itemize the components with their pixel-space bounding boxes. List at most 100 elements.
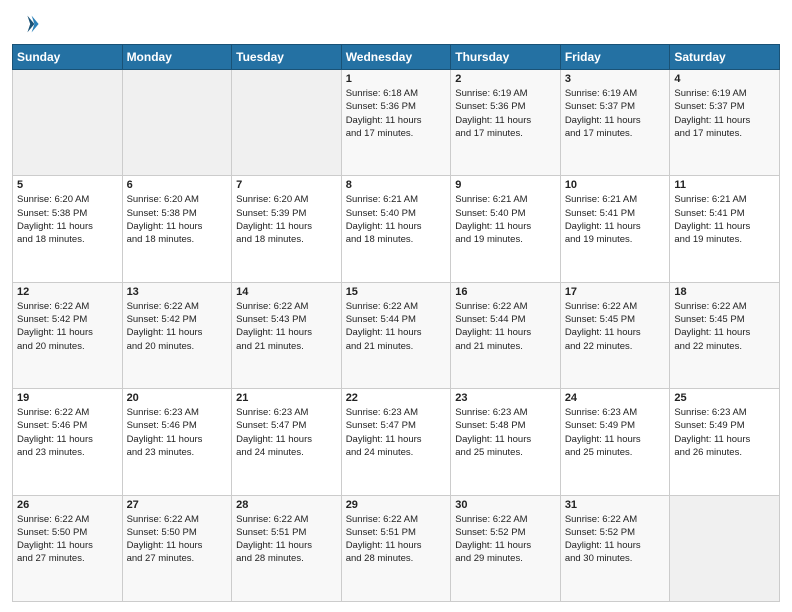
day-number: 22 — [346, 392, 447, 404]
calendar-cell: 8Sunrise: 6:21 AM Sunset: 5:40 PM Daylig… — [341, 176, 451, 282]
cell-info: Sunrise: 6:22 AM Sunset: 5:45 PM Dayligh… — [674, 300, 775, 353]
cell-info: Sunrise: 6:18 AM Sunset: 5:36 PM Dayligh… — [346, 87, 447, 140]
header — [12, 10, 780, 38]
weekday-header: Thursday — [451, 45, 561, 70]
day-number: 18 — [674, 286, 775, 298]
calendar-cell: 4 Sunrise: 6:19 AM Sunset: 5:37 PM Daylig… — [670, 70, 780, 176]
calendar-week-row: 12 Sunrise: 6:22 AM Sunset: 5:42 PM Dayli… — [13, 282, 780, 388]
day-number: 4 — [674, 73, 775, 85]
day-number: 11 — [674, 179, 775, 191]
calendar-cell: 30 Sunrise: 6:22 AM Sunset: 5:52 PM Dayli… — [451, 495, 561, 601]
day-number: 14 — [236, 286, 337, 298]
day-number: 23 — [455, 392, 556, 404]
day-number: 12 — [17, 286, 118, 298]
cell-info: Sunrise: 6:19 AM Sunset: 5:37 PM Dayligh… — [565, 87, 666, 140]
calendar-cell: 20Sunrise: 6:23 AM Sunset: 5:46 PM Dayli… — [122, 389, 232, 495]
cell-info: Sunrise: 6:23 AM Sunset: 5:48 PM Dayligh… — [455, 406, 556, 459]
calendar-cell: 27 Sunrise: 6:22 AM Sunset: 5:50 PM Dayli… — [122, 495, 232, 601]
weekday-header: Wednesday — [341, 45, 451, 70]
day-number: 25 — [674, 392, 775, 404]
cell-info: Sunrise: 6:19 AM Sunset: 5:37 PM Dayligh… — [674, 87, 775, 140]
day-number: 31 — [565, 499, 666, 511]
cell-info: Sunrise: 6:21 AM Sunset: 5:41 PM Dayligh… — [674, 193, 775, 246]
cell-info: Sunrise: 6:22 AM Sunset: 5:43 PM Dayligh… — [236, 300, 337, 353]
calendar-cell: 3 Sunrise: 6:19 AM Sunset: 5:37 PM Daylig… — [560, 70, 670, 176]
day-number: 7 — [236, 179, 337, 191]
calendar-cell: 7 Sunrise: 6:20 AM Sunset: 5:39 PM Daylig… — [232, 176, 342, 282]
calendar-cell: 16 Sunrise: 6:22 AM Sunset: 5:44 PM Dayli… — [451, 282, 561, 388]
calendar-header-row: SundayMondayTuesdayWednesdayThursdayFrid… — [13, 45, 780, 70]
cell-info: Sunrise: 6:22 AM Sunset: 5:51 PM Dayligh… — [236, 513, 337, 566]
logo-icon — [12, 10, 40, 38]
cell-info: Sunrise: 6:22 AM Sunset: 5:42 PM Dayligh… — [127, 300, 228, 353]
calendar-cell: 29Sunrise: 6:22 AM Sunset: 5:51 PM Dayli… — [341, 495, 451, 601]
day-number: 17 — [565, 286, 666, 298]
day-number: 21 — [236, 392, 337, 404]
day-number: 2 — [455, 73, 556, 85]
cell-info: Sunrise: 6:20 AM Sunset: 5:39 PM Dayligh… — [236, 193, 337, 246]
day-number: 19 — [17, 392, 118, 404]
calendar-cell: 9 Sunrise: 6:21 AM Sunset: 5:40 PM Daylig… — [451, 176, 561, 282]
calendar-cell: 2 Sunrise: 6:19 AM Sunset: 5:36 PM Daylig… — [451, 70, 561, 176]
calendar-cell: 19 Sunrise: 6:22 AM Sunset: 5:46 PM Dayli… — [13, 389, 123, 495]
cell-info: Sunrise: 6:23 AM Sunset: 5:47 PM Dayligh… — [346, 406, 447, 459]
day-number: 5 — [17, 179, 118, 191]
cell-info: Sunrise: 6:21 AM Sunset: 5:41 PM Dayligh… — [565, 193, 666, 246]
calendar-cell: 26 Sunrise: 6:22 AM Sunset: 5:50 PM Dayli… — [13, 495, 123, 601]
day-number: 16 — [455, 286, 556, 298]
cell-info: Sunrise: 6:23 AM Sunset: 5:46 PM Dayligh… — [127, 406, 228, 459]
day-number: 9 — [455, 179, 556, 191]
calendar-cell — [122, 70, 232, 176]
calendar-cell — [13, 70, 123, 176]
day-number: 3 — [565, 73, 666, 85]
calendar-cell: 24Sunrise: 6:23 AM Sunset: 5:49 PM Dayli… — [560, 389, 670, 495]
calendar-cell — [670, 495, 780, 601]
day-number: 1 — [346, 73, 447, 85]
calendar-cell: 10Sunrise: 6:21 AM Sunset: 5:41 PM Dayli… — [560, 176, 670, 282]
calendar-cell: 5 Sunrise: 6:20 AM Sunset: 5:38 PM Daylig… — [13, 176, 123, 282]
calendar-cell: 21 Sunrise: 6:23 AM Sunset: 5:47 PM Dayli… — [232, 389, 342, 495]
calendar-cell: 23 Sunrise: 6:23 AM Sunset: 5:48 PM Dayli… — [451, 389, 561, 495]
day-number: 24 — [565, 392, 666, 404]
weekday-header: Sunday — [13, 45, 123, 70]
day-number: 6 — [127, 179, 228, 191]
calendar-cell: 14 Sunrise: 6:22 AM Sunset: 5:43 PM Dayli… — [232, 282, 342, 388]
calendar-cell: 25 Sunrise: 6:23 AM Sunset: 5:49 PM Dayli… — [670, 389, 780, 495]
cell-info: Sunrise: 6:21 AM Sunset: 5:40 PM Dayligh… — [455, 193, 556, 246]
day-number: 27 — [127, 499, 228, 511]
page: SundayMondayTuesdayWednesdayThursdayFrid… — [0, 0, 792, 612]
weekday-header: Friday — [560, 45, 670, 70]
logo — [12, 10, 44, 38]
cell-info: Sunrise: 6:21 AM Sunset: 5:40 PM Dayligh… — [346, 193, 447, 246]
calendar-week-row: 1 Sunrise: 6:18 AM Sunset: 5:36 PM Daylig… — [13, 70, 780, 176]
cell-info: Sunrise: 6:22 AM Sunset: 5:45 PM Dayligh… — [565, 300, 666, 353]
cell-info: Sunrise: 6:22 AM Sunset: 5:51 PM Dayligh… — [346, 513, 447, 566]
day-number: 28 — [236, 499, 337, 511]
cell-info: Sunrise: 6:22 AM Sunset: 5:44 PM Dayligh… — [455, 300, 556, 353]
calendar: SundayMondayTuesdayWednesdayThursdayFrid… — [12, 44, 780, 602]
calendar-cell: 15Sunrise: 6:22 AM Sunset: 5:44 PM Dayli… — [341, 282, 451, 388]
cell-info: Sunrise: 6:19 AM Sunset: 5:36 PM Dayligh… — [455, 87, 556, 140]
cell-info: Sunrise: 6:22 AM Sunset: 5:52 PM Dayligh… — [565, 513, 666, 566]
day-number: 15 — [346, 286, 447, 298]
calendar-week-row: 26 Sunrise: 6:22 AM Sunset: 5:50 PM Dayli… — [13, 495, 780, 601]
cell-info: Sunrise: 6:20 AM Sunset: 5:38 PM Dayligh… — [127, 193, 228, 246]
day-number: 26 — [17, 499, 118, 511]
weekday-header: Tuesday — [232, 45, 342, 70]
weekday-header: Monday — [122, 45, 232, 70]
cell-info: Sunrise: 6:23 AM Sunset: 5:49 PM Dayligh… — [674, 406, 775, 459]
cell-info: Sunrise: 6:20 AM Sunset: 5:38 PM Dayligh… — [17, 193, 118, 246]
calendar-cell: 17 Sunrise: 6:22 AM Sunset: 5:45 PM Dayli… — [560, 282, 670, 388]
cell-info: Sunrise: 6:22 AM Sunset: 5:42 PM Dayligh… — [17, 300, 118, 353]
calendar-cell: 6 Sunrise: 6:20 AM Sunset: 5:38 PM Daylig… — [122, 176, 232, 282]
cell-info: Sunrise: 6:22 AM Sunset: 5:50 PM Dayligh… — [17, 513, 118, 566]
cell-info: Sunrise: 6:23 AM Sunset: 5:47 PM Dayligh… — [236, 406, 337, 459]
calendar-week-row: 5 Sunrise: 6:20 AM Sunset: 5:38 PM Daylig… — [13, 176, 780, 282]
calendar-cell: 1 Sunrise: 6:18 AM Sunset: 5:36 PM Daylig… — [341, 70, 451, 176]
day-number: 30 — [455, 499, 556, 511]
cell-info: Sunrise: 6:22 AM Sunset: 5:50 PM Dayligh… — [127, 513, 228, 566]
cell-info: Sunrise: 6:22 AM Sunset: 5:46 PM Dayligh… — [17, 406, 118, 459]
cell-info: Sunrise: 6:22 AM Sunset: 5:52 PM Dayligh… — [455, 513, 556, 566]
calendar-cell: 31 Sunrise: 6:22 AM Sunset: 5:52 PM Dayli… — [560, 495, 670, 601]
calendar-cell — [232, 70, 342, 176]
